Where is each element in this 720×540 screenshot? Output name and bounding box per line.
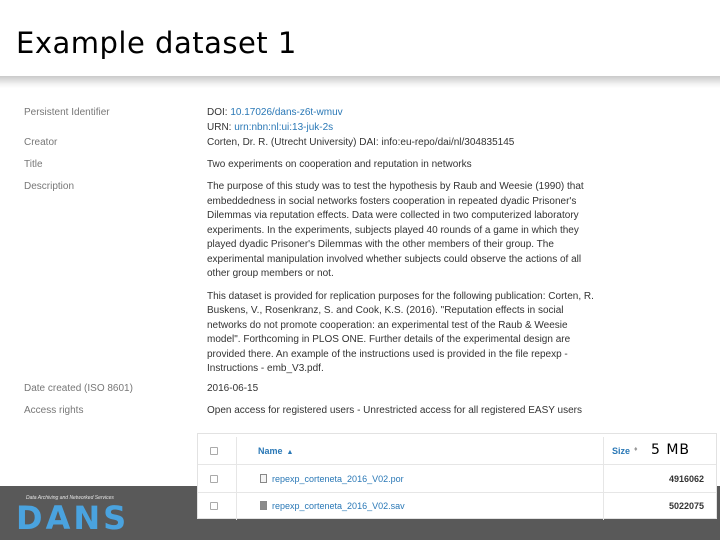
label-creator: Creator: [24, 137, 58, 148]
file-size: 5022075: [668, 501, 704, 511]
column-divider: [603, 437, 604, 465]
column-divider: [236, 492, 237, 520]
file-size: 4916062: [668, 474, 704, 484]
row-checkbox[interactable]: [210, 502, 218, 510]
urn-prefix: URN:: [207, 121, 235, 133]
file-name-link[interactable]: repexp_corteneta_2016_V02.por: [272, 474, 404, 484]
description-paragraph-2: This dataset is provided for replication…: [207, 290, 594, 375]
file-icon: [260, 501, 267, 510]
value-title: Two experiments on cooperation and reput…: [207, 159, 472, 170]
label-access-rights: Access rights: [24, 405, 84, 416]
column-divider: [603, 465, 604, 493]
label-title: Title: [24, 159, 43, 170]
row-checkbox[interactable]: [210, 475, 218, 483]
size-column-header[interactable]: Size: [612, 446, 630, 456]
doi-link[interactable]: 10.17026/dans-z6t-wmuv: [230, 107, 342, 118]
label-persistent-identifier: Persistent Identifier: [24, 107, 110, 118]
file-row[interactable]: repexp_corteneta_2016_V02.sav 5022075: [198, 492, 716, 520]
select-all-checkbox[interactable]: [210, 447, 218, 455]
dans-logo: DANS: [16, 499, 130, 537]
value-creator: Corten, Dr. R. (Utrecht University) DAI:…: [207, 137, 515, 148]
metadata-panel: Persistent Identifier DOI: 10.17026/dans…: [18, 100, 608, 430]
title-divider: [0, 76, 720, 88]
doi-prefix: DOI:: [207, 107, 231, 118]
slide-title: Example dataset 1: [16, 26, 297, 60]
label-date-created: Date created (ISO 8601): [24, 383, 133, 394]
column-divider: [603, 492, 604, 520]
value-access-rights: Open access for registered users - Unres…: [207, 405, 582, 416]
file-name-link[interactable]: repexp_corteneta_2016_V02.sav: [272, 501, 405, 511]
file-row[interactable]: repexp_corteneta_2016_V02.por 4916062: [198, 465, 716, 493]
value-persistent-identifier: DOI: 10.17026/dans-z6t-wmuv URN: urn:nbn…: [207, 106, 602, 135]
label-description: Description: [24, 181, 75, 192]
sort-ascending-icon: ▲: [286, 449, 294, 456]
column-divider: [236, 437, 237, 465]
file-icon: [260, 474, 267, 483]
value-description: The purpose of this study was to test th…: [207, 180, 602, 385]
file-table: Name ▲ Size ♦ 5 MB repexp_corteneta_2016_…: [197, 433, 717, 520]
name-column-header[interactable]: Name ▲: [258, 446, 293, 456]
column-divider: [236, 465, 237, 493]
description-paragraph-1: The purpose of this study was to test th…: [207, 181, 584, 279]
size-overlay-label: 5 MB: [651, 442, 691, 458]
sort-icon: ♦: [634, 446, 638, 453]
value-date-created: 2016-06-15: [207, 383, 259, 394]
file-table-header: Name ▲ Size ♦ 5 MB: [198, 437, 716, 465]
urn-link[interactable]: urn:nbn:nl:ui:13-juk-2s: [234, 122, 333, 133]
